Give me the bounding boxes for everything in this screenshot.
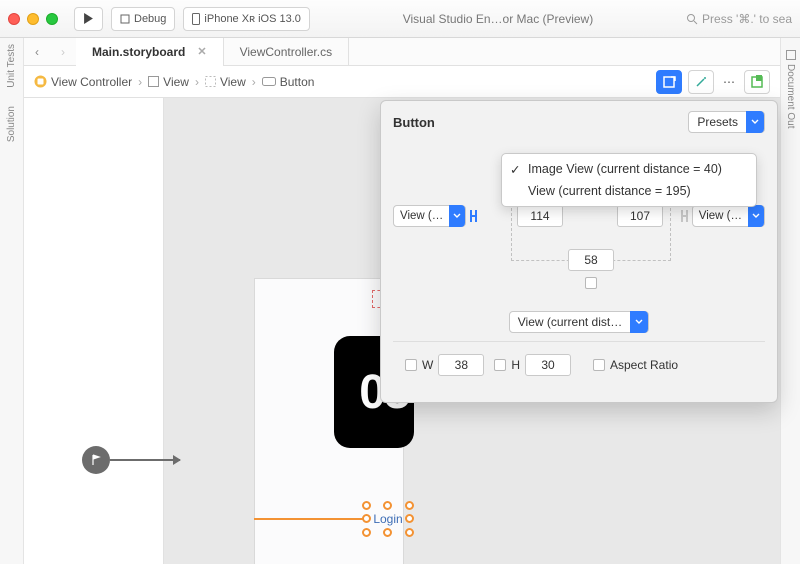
breadcrumb-separator: › (138, 75, 142, 89)
resize-handle[interactable] (405, 514, 414, 523)
search-icon (686, 13, 698, 25)
tab-label: ViewController.cs (240, 45, 332, 59)
height-checkbox[interactable] (494, 359, 506, 371)
nav-forward-button[interactable]: › (52, 41, 74, 63)
width-label: W (422, 358, 433, 372)
presets-label: Presets (689, 115, 746, 129)
editor-tabs: ‹ › Main.storyboard ✕ ViewController.cs (24, 38, 780, 66)
wand-tool-button[interactable] (688, 70, 714, 94)
device-label: iPhone Xʀ iOS 13.0 (204, 13, 300, 25)
tab-main-storyboard[interactable]: Main.storyboard ✕ (76, 38, 224, 66)
scheme-label: Debug (134, 13, 166, 25)
scene-entry-arrow[interactable] (82, 446, 180, 474)
height-label: H (511, 358, 520, 372)
document-outline-pad[interactable]: Document Out (785, 64, 796, 128)
width-input[interactable]: 38 (438, 354, 484, 376)
right-spacing-input[interactable]: 107 (617, 205, 663, 227)
popover-title: Button (393, 115, 435, 130)
nearest-neighbor-dropdown[interactable]: View (current dist… (509, 311, 649, 333)
suggestion-item-view[interactable]: View (current distance = 195) (502, 180, 756, 202)
left-tool-rail: Unit Tests Solution (0, 38, 24, 564)
designer-tools: ⋯ (656, 70, 770, 94)
left-spacing-input[interactable]: 114 (517, 205, 563, 227)
resize-handle[interactable] (383, 528, 392, 537)
arrow-icon (110, 459, 180, 461)
flag-icon (82, 446, 110, 474)
resize-handle[interactable] (362, 501, 371, 510)
run-button[interactable] (74, 7, 103, 31)
breadcrumb-separator: › (252, 75, 256, 89)
bottom-spacing-input[interactable]: 58 (568, 249, 614, 271)
chevron-down-icon (449, 205, 465, 227)
selected-login-button[interactable]: Login (367, 506, 409, 532)
left-neighbor-label: View (… (394, 210, 449, 222)
bottom-pin-checkbox[interactable] (585, 277, 597, 289)
tab-viewcontroller[interactable]: ViewController.cs (224, 38, 349, 66)
more-tools-button[interactable]: ⋯ (720, 70, 738, 94)
alignment-guide (254, 518, 367, 520)
window-title: Visual Studio En…or Mac (Preview) (318, 12, 678, 26)
search-placeholder: Press '⌘.' to sea (702, 12, 792, 26)
resize-handle[interactable] (383, 501, 392, 510)
right-neighbor-label: View (… (693, 210, 748, 222)
presets-dropdown[interactable]: Presets (688, 111, 765, 133)
breadcrumb-separator: › (195, 75, 199, 89)
breadcrumb-bar: View Controller › View › View › Button ⋯ (24, 66, 780, 98)
crumb-view-1[interactable]: View (148, 75, 189, 89)
tab-label: Main.storyboard (92, 45, 185, 59)
unit-tests-pad[interactable]: Unit Tests (6, 44, 17, 88)
right-neighbor-selector[interactable]: View (… (681, 205, 765, 227)
minimize-window-button[interactable] (27, 13, 39, 25)
apply-constraints-button[interactable] (744, 70, 770, 94)
login-label: Login (373, 512, 402, 526)
nearest-label: View (current dist… (510, 315, 630, 329)
separator (393, 341, 765, 342)
right-tool-rail: Document Out (780, 38, 800, 564)
panel-toggle-icon[interactable] (786, 50, 796, 60)
maximize-window-button[interactable] (46, 13, 58, 25)
canvas-gutter (24, 98, 164, 564)
right-strut-toggle[interactable] (681, 210, 688, 222)
chevron-down-icon (746, 111, 764, 133)
size-constraints-row: W 38 H 30 Aspect Ratio (393, 350, 765, 388)
left-strut-toggle[interactable] (470, 210, 477, 222)
view-icon (205, 76, 216, 87)
nav-back-button[interactable]: ‹ (26, 41, 48, 63)
close-tab-icon[interactable]: ✕ (197, 45, 206, 58)
aspect-ratio-label: Aspect Ratio (610, 358, 678, 372)
solution-pad[interactable]: Solution (6, 106, 17, 142)
crumb-button[interactable]: Button (262, 75, 315, 89)
device-selector[interactable]: iPhone Xʀ iOS 13.0 (183, 7, 309, 31)
titlebar: Debug iPhone Xʀ iOS 13.0 Visual Studio E… (0, 0, 800, 38)
view-icon (148, 76, 159, 87)
constraints-tool-button[interactable] (656, 70, 682, 94)
aspect-ratio-checkbox[interactable] (593, 359, 605, 371)
left-neighbor-selector[interactable]: View (… (393, 205, 477, 227)
button-icon (262, 77, 276, 86)
crumb-view-2[interactable]: View (205, 75, 246, 89)
suggestion-item-imageview[interactable]: Image View (current distance = 40) (502, 158, 756, 180)
resize-handle[interactable] (362, 528, 371, 537)
chevron-down-icon (748, 205, 764, 227)
viewcontroller-icon (34, 75, 47, 88)
neighbor-suggestion-menu: Image View (current distance = 40) View … (501, 153, 757, 207)
constraints-popover: Button Presets Image View (current dista… (380, 100, 778, 403)
resize-handle[interactable] (405, 501, 414, 510)
close-window-button[interactable] (8, 13, 20, 25)
chevron-down-icon (630, 311, 648, 333)
window-controls (8, 13, 58, 25)
scheme-selector[interactable]: Debug (111, 7, 175, 31)
height-input[interactable]: 30 (525, 354, 571, 376)
resize-handle[interactable] (405, 528, 414, 537)
resize-handle[interactable] (362, 514, 371, 523)
crumb-viewcontroller[interactable]: View Controller (34, 75, 132, 89)
search-box[interactable]: Press '⌘.' to sea (686, 12, 792, 26)
width-checkbox[interactable] (405, 359, 417, 371)
